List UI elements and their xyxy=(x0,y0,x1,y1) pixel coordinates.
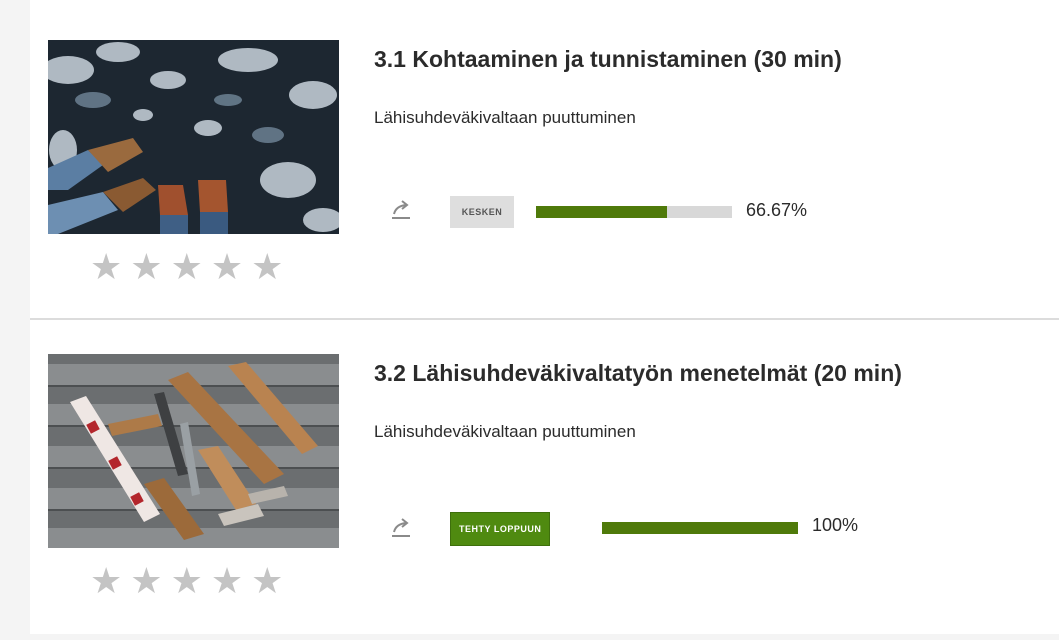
star-icon[interactable]: ★ xyxy=(90,562,122,602)
star-icon[interactable]: ★ xyxy=(211,248,243,288)
course-thumbnail-1[interactable] xyxy=(48,40,339,234)
share-icon[interactable] xyxy=(386,194,416,224)
rating-stars-2[interactable]: ★ ★ ★ ★ ★ xyxy=(90,562,283,602)
course-subtitle-1: Lähisuhdeväkivaltaan puuttuminen xyxy=(374,108,636,127)
star-icon[interactable]: ★ xyxy=(130,248,162,288)
course-title-2[interactable]: 3.2 Lähisuhdeväkivaltatyön menetelmät (2… xyxy=(374,360,902,387)
course-subtitle-2: Lähisuhdeväkivaltaan puuttuminen xyxy=(374,422,636,441)
course-thumbnail-2[interactable] xyxy=(48,354,339,548)
left-gutter xyxy=(0,0,30,640)
star-icon[interactable]: ★ xyxy=(130,562,162,602)
progress-bar xyxy=(536,206,732,218)
status-badge: KESKEN xyxy=(450,196,514,228)
bottom-strip xyxy=(0,634,1059,640)
progress-bar xyxy=(602,522,798,534)
star-icon[interactable]: ★ xyxy=(251,562,283,602)
divider xyxy=(30,318,1059,320)
star-icon[interactable]: ★ xyxy=(171,248,203,288)
woodworking-tools-image xyxy=(48,354,339,548)
status-badge: TEHTY LOPPUUN xyxy=(450,512,551,546)
star-icon[interactable]: ★ xyxy=(251,248,283,288)
star-icon[interactable]: ★ xyxy=(90,248,122,288)
course-title-1[interactable]: 3.1 Kohtaaminen ja tunnistaminen (30 min… xyxy=(374,46,842,73)
feet-on-ice-image xyxy=(48,40,339,234)
progress-bar-fill xyxy=(602,522,798,534)
progress-percent: 100% xyxy=(812,515,859,535)
progress-bar-fill xyxy=(536,206,667,218)
course-card-1[interactable]: ★ ★ ★ ★ ★ 3.1 Kohtaaminen ja tunnistamin… xyxy=(30,8,1059,318)
star-icon[interactable]: ★ xyxy=(171,562,203,602)
star-icon[interactable]: ★ xyxy=(211,562,243,602)
rating-stars-1[interactable]: ★ ★ ★ ★ ★ xyxy=(90,248,283,288)
share-icon[interactable] xyxy=(386,512,416,542)
progress-percent: 66.67% xyxy=(746,200,808,220)
course-card-2[interactable]: ★ ★ ★ ★ ★ 3.2 Lähisuhdeväkivaltatyön men… xyxy=(30,322,1059,632)
